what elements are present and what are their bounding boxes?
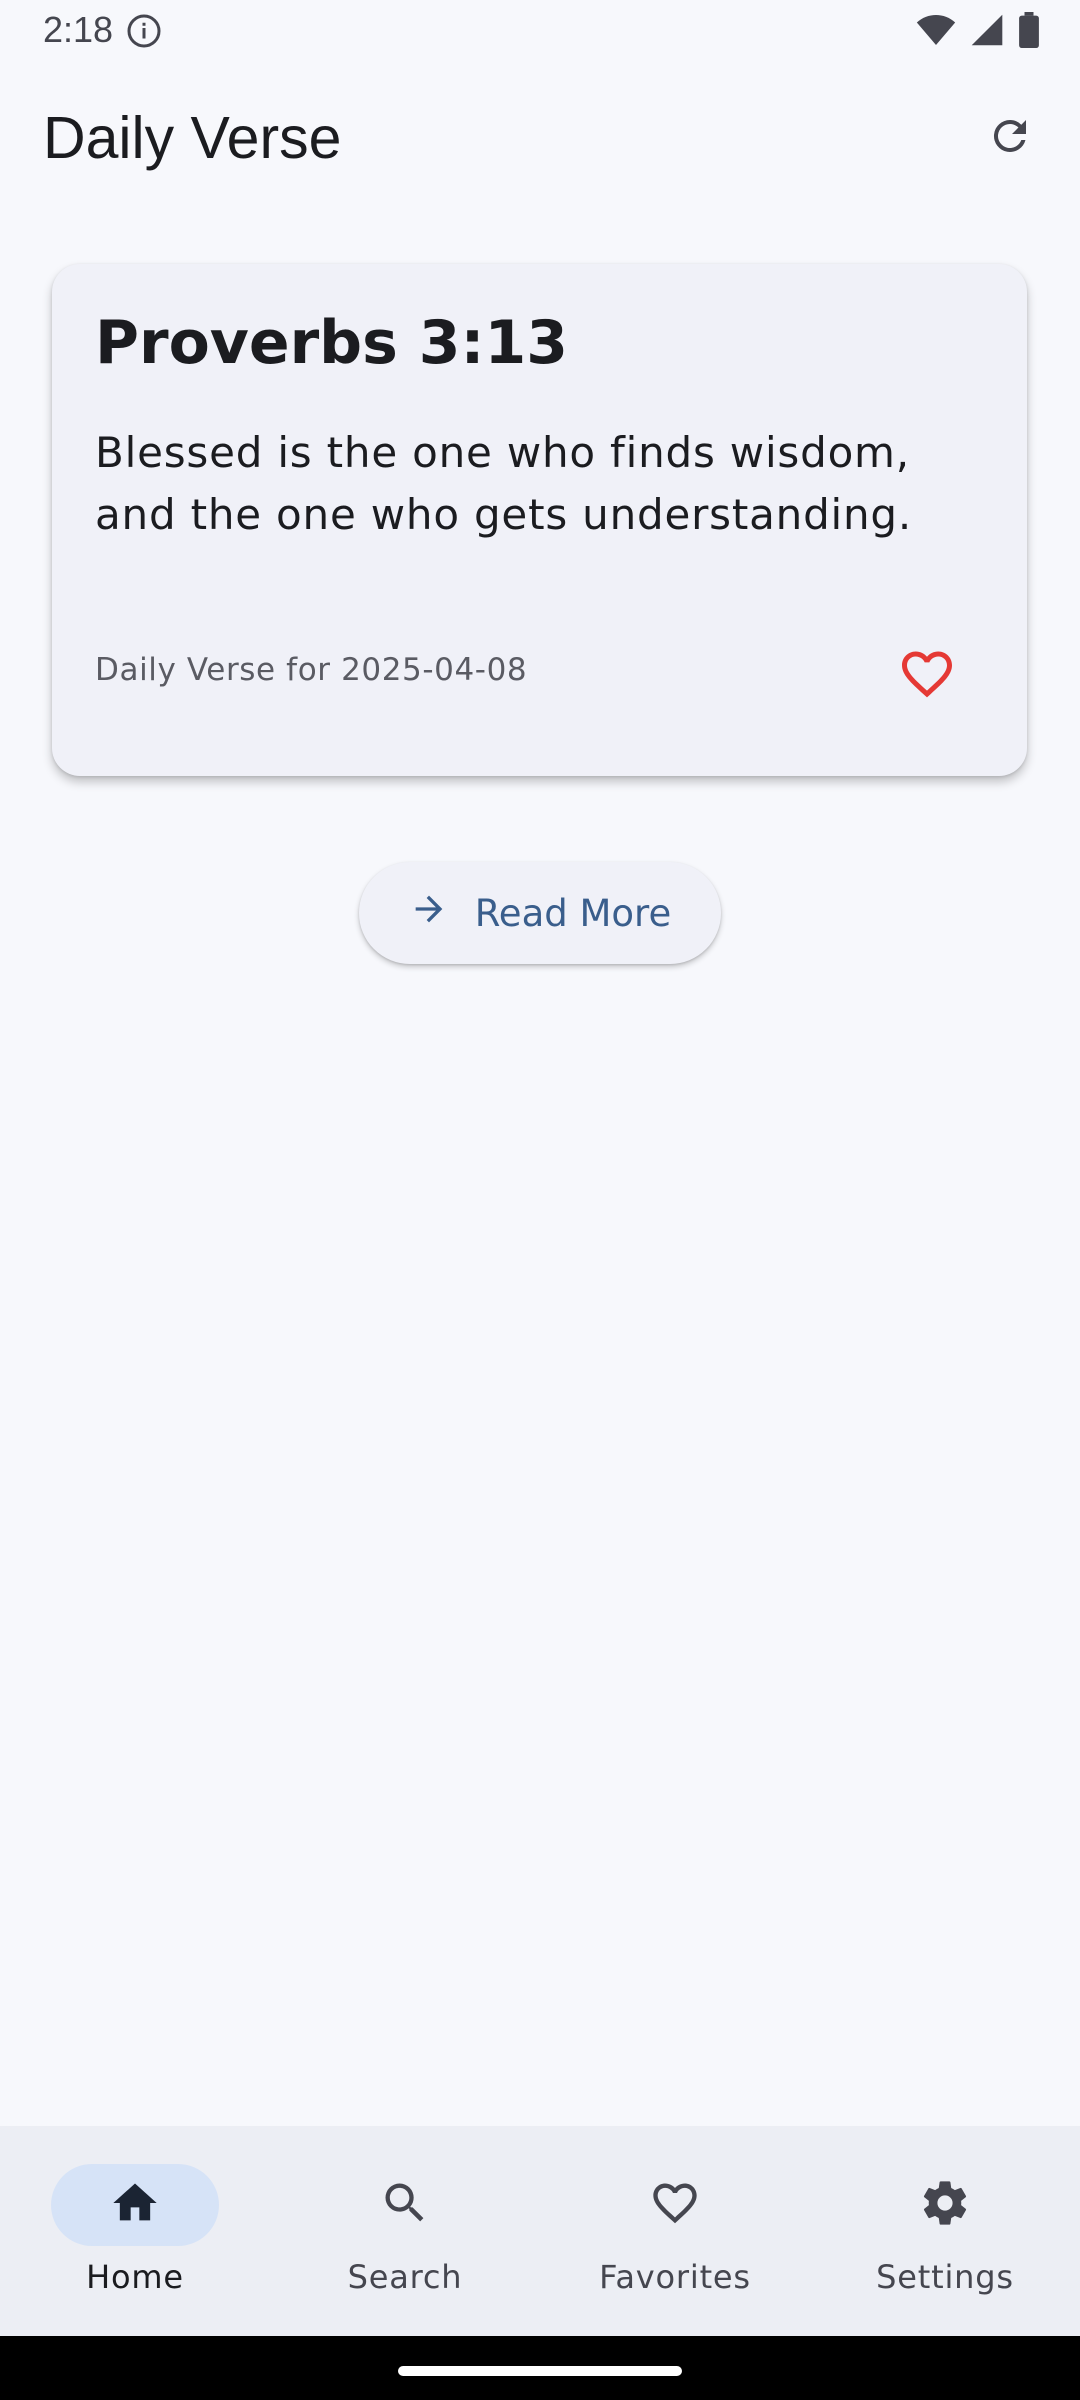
refresh-button[interactable] (970, 98, 1050, 178)
read-more-button[interactable]: Read More (359, 862, 721, 964)
nav-item-search[interactable]: Search (295, 2164, 515, 2304)
home-gesture-handle[interactable] (398, 2366, 682, 2376)
heart-outline-icon (897, 644, 957, 708)
read-more-label: Read More (474, 891, 672, 935)
nav-icon-holder (591, 2164, 759, 2246)
status-icons (916, 12, 1040, 52)
wifi-icon (916, 13, 956, 51)
nav-label-home: Home (86, 2258, 184, 2296)
nav-icon-holder (861, 2164, 1029, 2246)
search-icon (379, 2177, 431, 2233)
heart-outline-icon (649, 2177, 701, 2233)
nav-item-home[interactable]: Home (25, 2164, 245, 2304)
verse-card: Proverbs 3:13 Blessed is the one who fin… (52, 264, 1027, 776)
nav-label-favorites: Favorites (599, 2258, 751, 2296)
gear-icon (919, 2177, 971, 2233)
nav-item-favorites[interactable]: Favorites (565, 2164, 785, 2304)
verse-text: Blessed is the one who finds wisdom, and… (95, 428, 913, 539)
nav-item-settings[interactable]: Settings (835, 2164, 1055, 2304)
bottom-navigation: Home Search Favorites Settings (0, 2126, 1080, 2336)
home-icon (109, 2177, 161, 2233)
app-bar: Daily Verse (0, 62, 1080, 212)
refresh-icon (986, 112, 1034, 164)
nav-label-search: Search (347, 2258, 463, 2296)
nav-label-settings: Settings (876, 2258, 1014, 2296)
page-title: Daily Verse (43, 105, 342, 171)
info-icon (126, 13, 162, 49)
verse-date-label: Daily Verse for 2025-04-08 (95, 652, 528, 688)
nav-icon-holder (321, 2164, 489, 2246)
signal-icon (970, 13, 1004, 51)
system-gesture-bar (0, 2336, 1080, 2400)
verse-reference: Proverbs 3:13 (95, 308, 568, 378)
favorite-button[interactable] (887, 636, 967, 716)
status-time: 2:18 (43, 9, 114, 50)
nav-active-indicator (51, 2164, 219, 2246)
battery-icon (1018, 12, 1040, 52)
arrow-right-icon (409, 889, 449, 938)
status-bar: 2:18 (0, 0, 1080, 62)
